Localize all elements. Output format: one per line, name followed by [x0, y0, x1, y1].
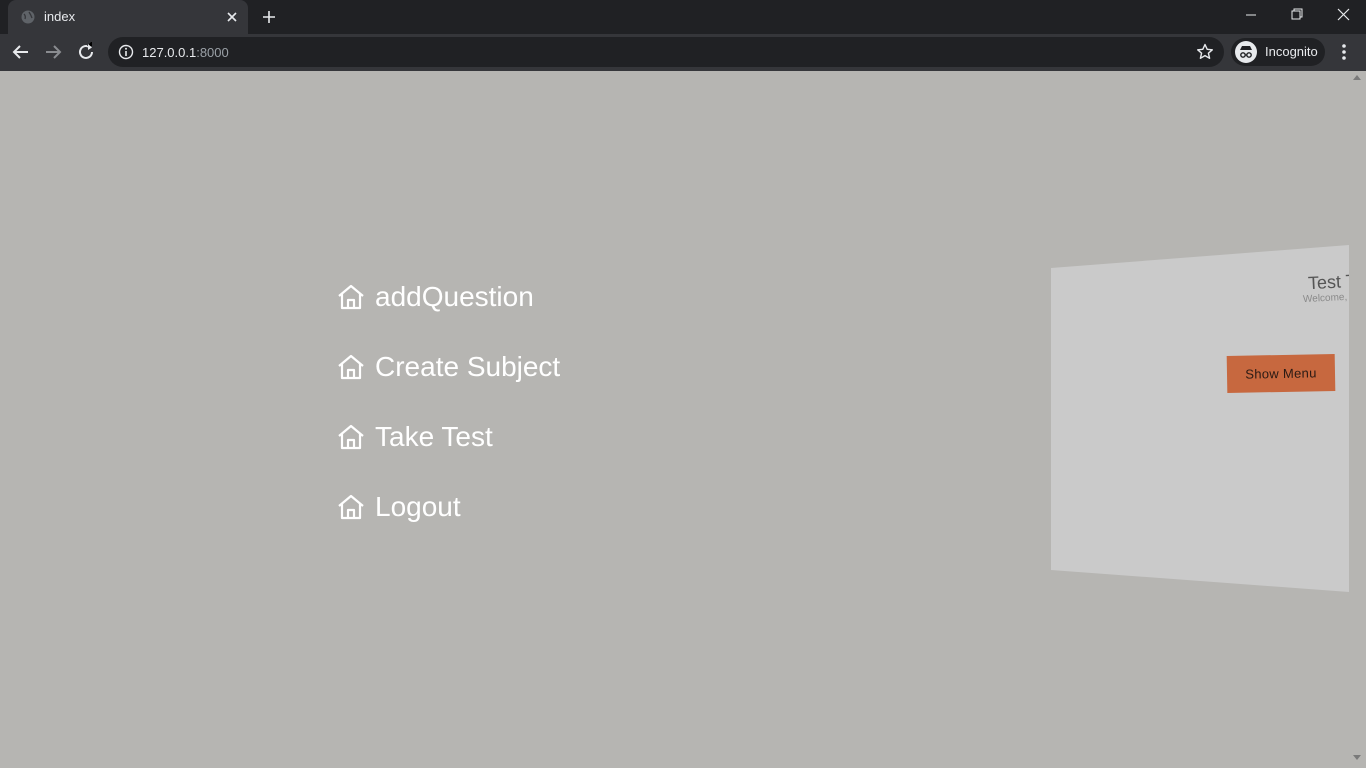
url-port: :8000: [196, 45, 229, 60]
menu-item-add-question[interactable]: addQuestion: [336, 279, 656, 319]
browser-toolbar: 127.0.0.1:8000 Incognito: [0, 34, 1366, 71]
menu-item-label: addQuestion: [375, 281, 534, 312]
home-icon: [338, 354, 364, 380]
close-window-icon[interactable]: [1320, 0, 1366, 30]
scroll-down-arrow-icon[interactable]: [1353, 755, 1361, 760]
tab-title: index: [44, 9, 76, 24]
url-host: 127.0.0.1: [142, 45, 197, 60]
more-vert-icon[interactable]: [1336, 42, 1352, 62]
panel-title: Test T: [1307, 270, 1349, 294]
menu-item-label: Create Subject: [375, 351, 561, 382]
globe-icon: [21, 10, 35, 24]
address-bar[interactable]: 127.0.0.1:8000: [108, 37, 1224, 67]
menu-item-logout[interactable]: Logout: [336, 489, 656, 529]
close-tab-icon[interactable]: [224, 9, 240, 25]
profile-label: Incognito: [1265, 44, 1318, 59]
panel-subtitle: Welcome,: [1302, 291, 1348, 306]
minimize-icon[interactable]: [1228, 0, 1274, 30]
menu-item-label: Logout: [375, 491, 461, 522]
restore-icon[interactable]: [1274, 0, 1320, 30]
back-arrow-icon[interactable]: [11, 42, 31, 62]
show-menu-button[interactable]: Show Menu: [1226, 354, 1336, 393]
incognito-profile-button[interactable]: Incognito: [1231, 38, 1325, 66]
scroll-up-arrow-icon[interactable]: [1353, 75, 1361, 80]
menu-item-create-subject[interactable]: Create Subject: [336, 349, 656, 389]
home-icon: [338, 284, 364, 310]
browser-tab[interactable]: index: [8, 0, 248, 34]
menu-item-take-test[interactable]: Take Test: [336, 419, 656, 459]
panel-content: Test T Welcome, Show Menu: [1051, 245, 1349, 595]
home-icon: [338, 494, 364, 520]
info-icon[interactable]: [118, 44, 134, 60]
menu-item-label: Take Test: [375, 421, 493, 452]
url-text[interactable]: 127.0.0.1:8000: [142, 45, 229, 60]
bookmark-star-icon[interactable]: [1196, 43, 1214, 61]
incognito-icon: [1235, 41, 1257, 63]
tab-strip: index: [0, 0, 1366, 34]
new-tab-icon[interactable]: [261, 9, 277, 25]
page-viewport: addQuestion Create Subject Take Test Log…: [0, 71, 1349, 768]
reload-icon[interactable]: [76, 42, 96, 62]
vertical-scrollbar[interactable]: [1349, 71, 1366, 768]
home-icon: [338, 424, 364, 450]
forward-arrow-icon[interactable]: [43, 42, 63, 62]
page-panel: Test T Welcome, Show Menu: [1051, 245, 1349, 595]
